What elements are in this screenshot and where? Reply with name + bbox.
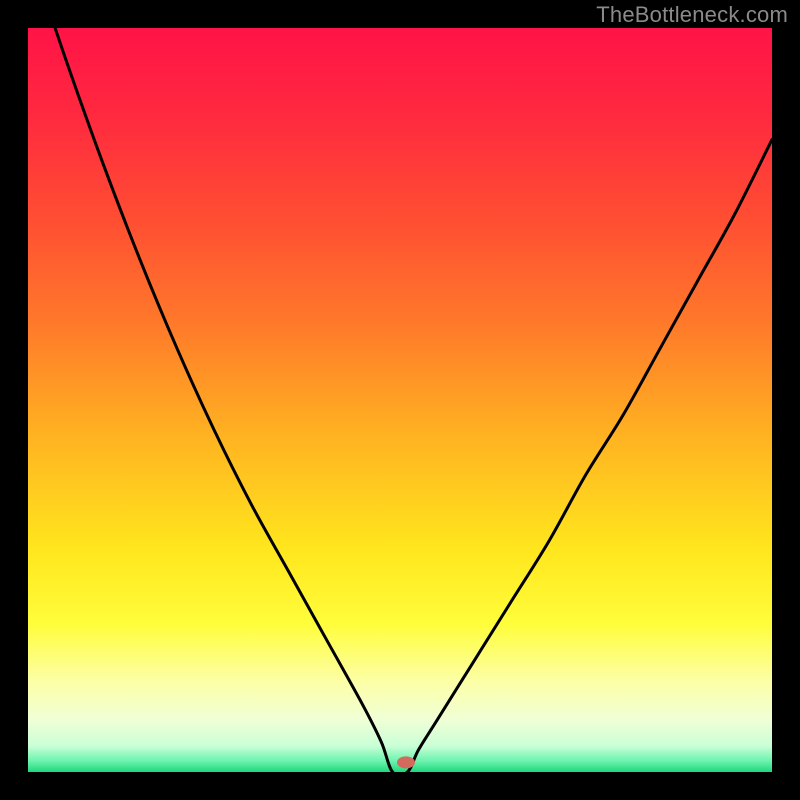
gradient-background	[28, 28, 772, 772]
chart-frame: TheBottleneck.com	[0, 0, 800, 800]
bottleneck-chart	[28, 28, 772, 772]
watermark-text: TheBottleneck.com	[596, 2, 788, 28]
optimal-marker	[397, 756, 415, 768]
plot-area	[28, 28, 772, 772]
